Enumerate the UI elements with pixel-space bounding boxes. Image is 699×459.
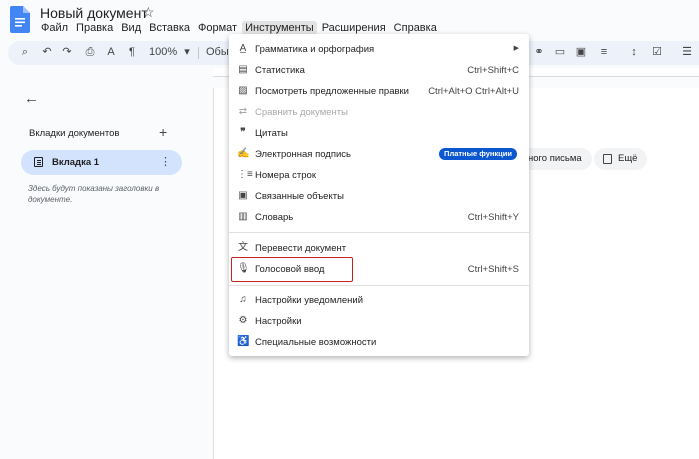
docs-logo-icon[interactable] [10, 6, 30, 33]
menu-item-grammar[interactable]: A̲ Грамматика и орфография ▶ [229, 39, 529, 60]
spellcheck-toolbar-icon[interactable]: A [104, 45, 118, 59]
compare-icon: ⇄ [238, 106, 248, 117]
quote-icon: ❞ [240, 127, 246, 138]
menu-item-translate[interactable]: 文 Перевести документ [229, 238, 529, 259]
accessibility-icon: ♿ [237, 336, 250, 347]
menu-item-compare: ⇄ Сравнить документы [229, 102, 529, 123]
link-icon[interactable]: ⚭ [532, 45, 546, 59]
statistics-icon: ▤ [238, 64, 248, 75]
menu-item-preferences[interactable]: ⚙ Настройки [229, 311, 529, 332]
menu-file[interactable]: Файл [38, 21, 71, 35]
spellcheck-icon: A̲ [239, 43, 247, 54]
back-arrow-icon[interactable]: ← [24, 90, 39, 107]
menu-format[interactable]: Формат [195, 21, 240, 35]
menu-separator [229, 232, 529, 233]
redo-icon[interactable]: ↷ [60, 45, 74, 59]
menu-item-label: Сравнить документы [255, 107, 348, 118]
review-edits-icon: ▨ [238, 85, 248, 96]
menu-tools[interactable]: Инструменты [242, 21, 317, 35]
menu-item-label: Статистика [255, 65, 305, 76]
submenu-arrow-icon: ▶ [513, 45, 519, 52]
toolbar-divider [198, 47, 199, 59]
menu-item-label: Электронная подпись [255, 149, 351, 160]
menu-item-label: Связанные объекты [255, 191, 344, 202]
line-numbers-icon: ⋮≡ [237, 169, 253, 180]
tab-item-1[interactable] [21, 150, 182, 175]
document-title[interactable]: Новый документ [40, 5, 148, 21]
line-spacing-icon[interactable]: ↕ [627, 45, 641, 59]
menu-item-label: Словарь [255, 212, 294, 223]
menu-item-esignature[interactable]: ✍ Электронная подпись Платные функции [229, 144, 529, 165]
print-icon[interactable]: ⎙ [83, 45, 97, 59]
chip-letter[interactable]: ного письма [518, 148, 592, 170]
bulleted-list-icon[interactable]: ☰ [680, 45, 694, 59]
comment-icon[interactable]: ▭ [553, 45, 567, 59]
menu-item-shortcut: Ctrl+Shift+C [467, 65, 519, 76]
search-icon[interactable]: ⌕ [18, 45, 32, 59]
menu-item-label: Цитаты [255, 128, 288, 139]
checklist-icon[interactable]: ☑ [650, 45, 664, 59]
bell-icon: ♫ [239, 294, 247, 305]
menu-item-shortcut: Ctrl+Shift+S [467, 264, 519, 275]
menu-item-label: Перевести документ [255, 243, 347, 254]
menu-item-label: Настройки [255, 316, 302, 327]
translate-icon: 文 [238, 242, 248, 253]
more-vert-icon[interactable]: ⋮ [160, 155, 171, 168]
paint-format-icon[interactable]: ¶ [125, 45, 139, 59]
tools-menu: A̲ Грамматика и орфография ▶ ▤ Статистик… [229, 34, 529, 356]
menu-item-linked-objects[interactable]: ▣ Связанные объекты [229, 186, 529, 207]
menu-item-dictionary[interactable]: ▥ Словарь Ctrl+Shift+Y [229, 207, 529, 228]
menu-item-notification-settings[interactable]: ♫ Настройки уведомлений [229, 290, 529, 311]
menu-edit[interactable]: Правка [73, 21, 116, 35]
zoom-select[interactable]: 100% [149, 46, 177, 58]
tabs-panel-title: Вкладки документов [29, 128, 120, 139]
image-icon[interactable]: ▣ [574, 45, 588, 59]
menu-help[interactable]: Справка [391, 21, 440, 35]
voice-typing-highlight-box [231, 257, 353, 282]
tab-item-label[interactable]: Вкладка 1 [52, 157, 99, 168]
menu-item-shortcut: Ctrl+Shift+Y [467, 212, 519, 223]
menu-view[interactable]: Вид [118, 21, 144, 35]
menu-item-accessibility[interactable]: ♿ Специальные возможности [229, 332, 529, 353]
chip-more-label: Ещё [618, 153, 638, 164]
menu-item-label: Посмотреть предложенные правки [255, 86, 409, 97]
signature-icon: ✍ [237, 148, 250, 159]
menubar: Файл Правка Вид Вставка Формат Инструмен… [38, 21, 442, 35]
menu-item-label: Специальные возможности [255, 337, 377, 348]
menu-extensions[interactable]: Расширения [319, 21, 389, 35]
add-tab-icon[interactable]: + [159, 124, 167, 140]
menu-item-label: Настройки уведомлений [255, 295, 364, 306]
preferences-icon: ⚙ [238, 315, 248, 326]
dictionary-icon: ▥ [238, 211, 248, 222]
menu-item-citations[interactable]: ❞ Цитаты [229, 123, 529, 144]
align-icon[interactable]: ≡ [597, 45, 611, 59]
linked-objects-icon: ▣ [238, 190, 248, 201]
chip-doc-icon [603, 154, 612, 164]
zoom-chevron-down-icon[interactable]: ▾ [180, 45, 194, 59]
menu-item-shortcut: Ctrl+Alt+O Ctrl+Alt+U [428, 86, 519, 97]
menu-item-line-numbers[interactable]: ⋮≡ Номера строк [229, 165, 529, 186]
outline-hint: Здесь будут показаны заголовки в докумен… [28, 184, 160, 204]
tab-document-icon [34, 157, 43, 167]
star-icon[interactable]: ☆ [142, 4, 155, 21]
menu-item-label: Грамматика и орфография [255, 44, 375, 55]
menu-separator [229, 285, 529, 286]
menu-item-label: Номера строк [255, 170, 316, 181]
menu-item-statistics[interactable]: ▤ Статистика Ctrl+Shift+C [229, 60, 529, 81]
menu-item-review-edits[interactable]: ▨ Посмотреть предложенные правки Ctrl+Al… [229, 81, 529, 102]
undo-icon[interactable]: ↶ [40, 45, 54, 59]
menu-insert[interactable]: Вставка [146, 21, 193, 35]
paid-feature-badge: Платные функции [439, 148, 517, 160]
